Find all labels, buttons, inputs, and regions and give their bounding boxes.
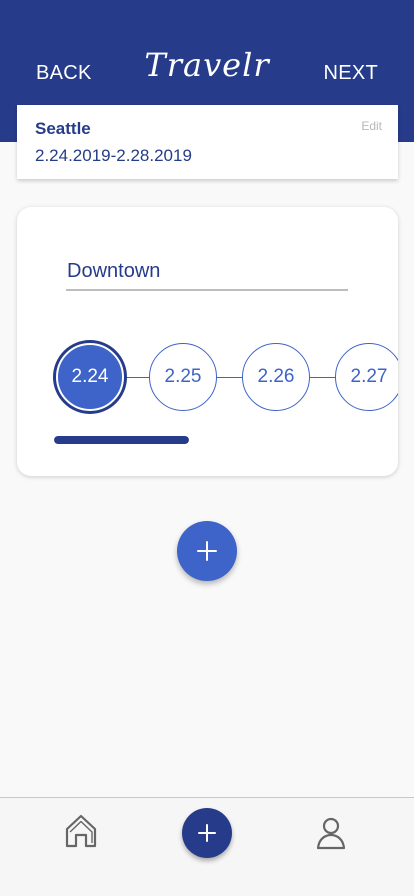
location-input[interactable]: [66, 257, 348, 291]
nav-add-button[interactable]: [182, 808, 232, 858]
date-circle-1[interactable]: 2.25: [149, 343, 217, 411]
home-icon: [65, 814, 97, 848]
date-scroll-progress-fill: [54, 436, 189, 444]
nav-home[interactable]: [64, 813, 98, 849]
plus-icon: [198, 824, 216, 842]
plus-icon: [197, 541, 217, 561]
date-scroll-progress: [54, 436, 189, 444]
trip-summary-card: Seattle 2.24.2019-2.28.2019 Edit: [17, 105, 398, 179]
trip-city: Seattle: [35, 119, 91, 138]
nav-profile[interactable]: [315, 816, 347, 850]
edit-trip-link[interactable]: Edit: [361, 119, 382, 133]
date-circle-0[interactable]: 2.24: [56, 343, 124, 411]
profile-icon: [316, 817, 346, 850]
date-circle-2[interactable]: 2.26: [242, 343, 310, 411]
add-day-button[interactable]: [177, 521, 237, 581]
day-plan-card: 2.24 2.25 2.26 2.27: [17, 207, 398, 476]
date-circle-3[interactable]: 2.27: [335, 343, 398, 411]
trip-dates: 2.24.2019-2.28.2019: [35, 146, 192, 165]
next-button[interactable]: NEXT: [323, 62, 378, 85]
bottom-navigation: [0, 797, 414, 896]
